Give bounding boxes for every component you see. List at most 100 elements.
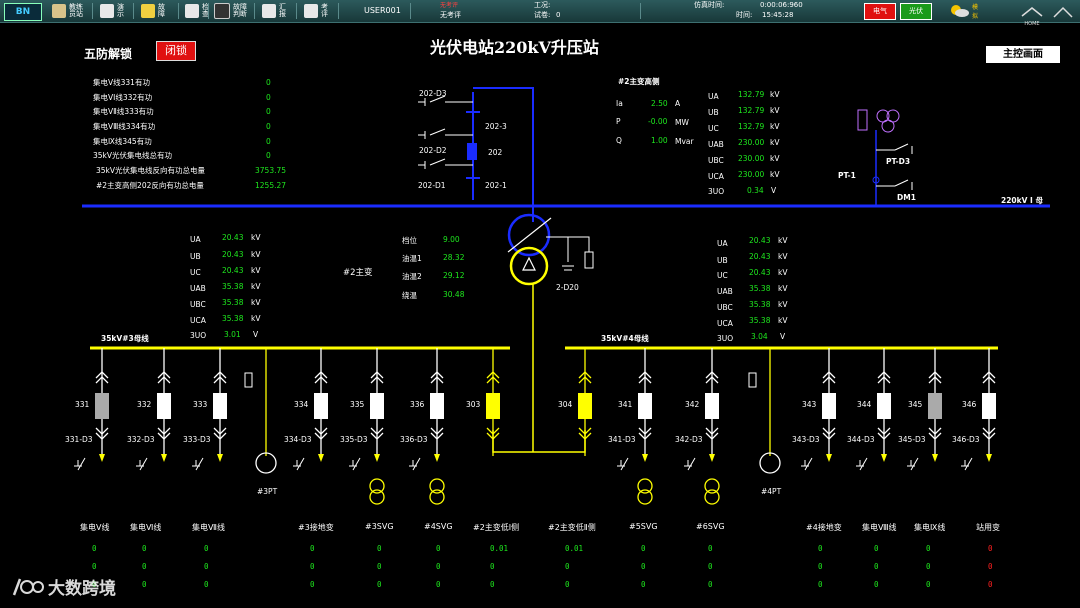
feeder-value: 0 — [436, 544, 441, 553]
bay-group — [74, 348, 996, 505]
breaker-342[interactable] — [705, 393, 719, 419]
ground-switch-label: 341-D3 — [608, 435, 636, 444]
feeder-name: #2主变低Ⅱ侧 — [548, 523, 596, 532]
feeder-arrow-icon — [374, 454, 380, 462]
feeder-name: #6SVG — [696, 522, 725, 531]
feeder-value: 0 — [708, 580, 713, 589]
breaker-331[interactable] — [95, 393, 109, 419]
ground-switch-343-D3[interactable] — [801, 457, 813, 471]
ground-switch-label: 345-D3 — [898, 435, 926, 444]
ground-switch-label: 333-D3 — [183, 435, 211, 444]
svg-transformer-icon — [704, 478, 720, 494]
ground-switch-pt-d3[interactable] — [876, 143, 913, 154]
breaker-346[interactable] — [982, 393, 996, 419]
ground-switch-344-D3[interactable] — [856, 457, 868, 471]
feeder-value: 0.01 — [490, 544, 509, 553]
feeder-arrow-icon — [826, 454, 832, 462]
breaker-344[interactable] — [877, 393, 891, 419]
breaker-334[interactable] — [314, 393, 328, 419]
lv-tie-line — [492, 430, 586, 453]
ground-switch-label: 332-D3 — [127, 435, 155, 444]
breaker-333[interactable] — [213, 393, 227, 419]
feeder-name: #3SVG — [365, 522, 394, 531]
watermark-text: 大数跨境 — [48, 579, 116, 599]
feeder-arrow-icon — [434, 454, 440, 462]
feeder-value: 0 — [926, 580, 931, 589]
feeder-value: 0 — [565, 580, 570, 589]
breaker-number: 332 — [137, 400, 152, 409]
feeder-value: 0 — [565, 562, 570, 571]
svg-transformer-icon — [429, 478, 445, 494]
feeder-value: 0 — [641, 562, 646, 571]
feeder-value: 0 — [142, 544, 147, 553]
ground-switch-345-D3[interactable] — [907, 457, 919, 471]
feeder-value: 0 — [874, 562, 879, 571]
breaker-number: 341 — [618, 400, 633, 409]
feeder-value: 0 — [310, 580, 315, 589]
feeder-value: 0 — [988, 562, 993, 571]
feeder-value: 0 — [708, 562, 713, 571]
feeder-arrow-icon — [986, 454, 992, 462]
feeder-value: 0.01 — [565, 544, 584, 553]
breaker-335[interactable] — [370, 393, 384, 419]
feeder-arrow-icon — [881, 454, 887, 462]
feeder-value: 0 — [874, 580, 879, 589]
breaker-303[interactable] — [486, 393, 500, 419]
feeder-value: 0 — [142, 580, 147, 589]
breaker-332[interactable] — [157, 393, 171, 419]
breaker-number: 346 — [962, 400, 977, 409]
ground-switch-331-D3[interactable] — [74, 457, 86, 471]
feeder-value: 0 — [926, 562, 931, 571]
breaker-number: 304 — [558, 400, 573, 409]
ground-switch-label: 331-D3 — [65, 435, 93, 444]
feeder-value: 0 — [708, 544, 713, 553]
breaker-number: 345 — [908, 400, 923, 409]
feeder-value: 0 — [641, 580, 646, 589]
ground-switch-332-D3[interactable] — [136, 457, 148, 471]
feeder-value: 0 — [377, 580, 382, 589]
ground-switch-202-d3[interactable] — [418, 95, 473, 106]
feeder-value: 0 — [988, 580, 993, 589]
ground-switch-341-D3[interactable] — [617, 457, 629, 471]
breaker-345[interactable] — [928, 393, 942, 419]
feeder-value: 0 — [204, 580, 209, 589]
svg-transformer-icon — [429, 489, 445, 505]
breaker-341[interactable] — [638, 393, 652, 419]
ground-switch-label: 335-D3 — [340, 435, 368, 444]
breaker-number: 331 — [75, 400, 90, 409]
ground-switch-dm1[interactable] — [876, 179, 913, 190]
feeder-name: #3接地变 — [298, 523, 334, 532]
feeder-name: 站用变 — [976, 523, 1000, 532]
ground-switch-346-D3[interactable] — [961, 457, 973, 471]
breaker-202[interactable] — [467, 143, 477, 160]
ground-switch-333-D3[interactable] — [192, 457, 204, 471]
feeder-value: 0 — [874, 544, 879, 553]
feeder-value: 0 — [92, 544, 97, 553]
ground-switch-202-d1[interactable] — [418, 158, 473, 169]
feeder-arrow-icon — [217, 454, 223, 462]
feeder-name: #4SVG — [424, 522, 453, 531]
ground-switch-label: 346-D3 — [952, 435, 980, 444]
feeder-arrow-icon — [161, 454, 167, 462]
ground-switch-342-D3[interactable] — [684, 457, 696, 471]
ground-switch-label: 336-D3 — [400, 435, 428, 444]
svg-transformer-icon — [369, 489, 385, 505]
feeder-value: 0 — [377, 562, 382, 571]
ground-switch-334-D3[interactable] — [293, 457, 305, 471]
feeder-value: 0 — [490, 580, 495, 589]
neutral-resistor — [584, 251, 594, 269]
ground-switch-335-D3[interactable] — [349, 457, 361, 471]
feeder-name: 集电Ⅸ线 — [914, 523, 946, 532]
delta-icon — [522, 256, 536, 271]
pt-arrester-icon — [748, 372, 757, 388]
transformer-lv-winding — [509, 246, 549, 286]
ground-switch-label: 343-D3 — [792, 435, 820, 444]
breaker-336[interactable] — [430, 393, 444, 419]
breaker-343[interactable] — [822, 393, 836, 419]
breaker-304[interactable] — [578, 393, 592, 419]
feeder-value: 0 — [92, 562, 97, 571]
feeder-value: 0 — [436, 580, 441, 589]
ground-switch-202-d2[interactable] — [418, 128, 473, 139]
pt-arrester-icon — [244, 372, 253, 388]
ground-switch-336-D3[interactable] — [409, 457, 421, 471]
